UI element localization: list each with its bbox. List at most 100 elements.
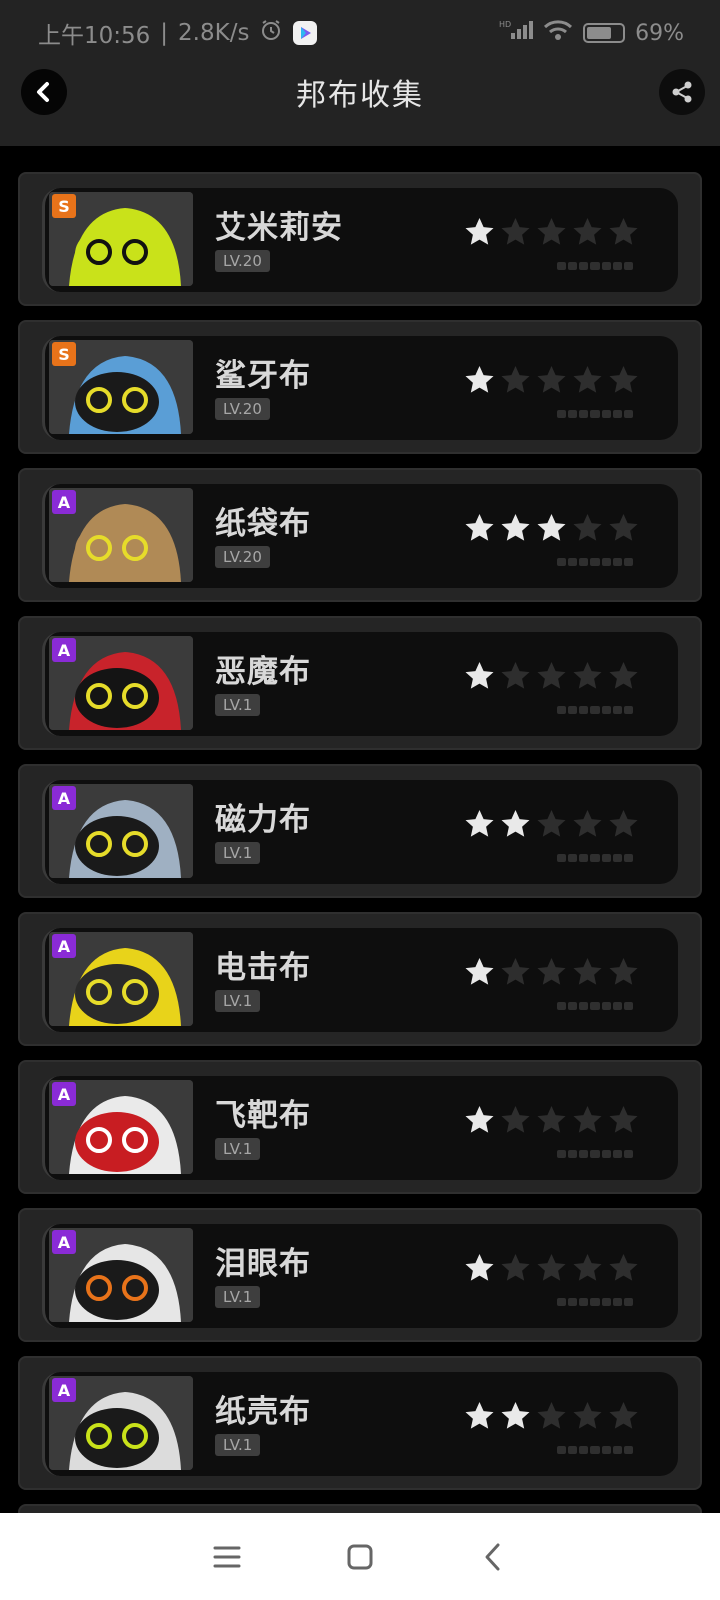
rank-badge: A <box>52 1378 76 1402</box>
back-button[interactable] <box>21 69 67 115</box>
rank-badge: A <box>52 934 76 958</box>
star-empty-icon <box>571 956 604 993</box>
bangboo-card[interactable]: A 纸壳布 LV.1 <box>18 1356 702 1490</box>
bangboo-card-inner: A 纸壳布 LV.1 <box>42 1372 678 1476</box>
bangboo-card[interactable]: A 磁力布 LV.1 <box>18 764 702 898</box>
star-empty-icon <box>607 512 640 549</box>
bangboo-avatar: A <box>49 1228 193 1322</box>
bangboo-card-inner: A 泪眼布 LV.1 <box>42 1224 678 1328</box>
star-empty-icon <box>535 1252 568 1289</box>
star-caption-decoration <box>557 1298 633 1306</box>
bangboo-card-partial[interactable] <box>18 1504 702 1513</box>
system-back-button[interactable] <box>473 1537 513 1577</box>
star-empty-icon <box>571 660 604 697</box>
system-nav-bar <box>0 1513 720 1600</box>
bangboo-card-inner: A 电击布 LV.1 <box>42 928 678 1032</box>
bangboo-card[interactable]: S 艾米莉安 LV.20 <box>18 172 702 306</box>
level-badge: LV.1 <box>215 842 261 864</box>
status-bar: 上午10:56 | 2.8K/s HD 69% <box>0 0 720 66</box>
star-filled-icon <box>463 1252 496 1289</box>
bangboo-avatar: A <box>49 932 193 1026</box>
star-empty-icon <box>535 1400 568 1437</box>
rank-badge: A <box>52 1082 76 1106</box>
share-icon <box>672 81 692 103</box>
star-filled-icon <box>535 512 568 549</box>
star-empty-icon <box>571 512 604 549</box>
star-filled-icon <box>463 660 496 697</box>
star-empty-icon <box>607 1104 640 1141</box>
bangboo-avatar: A <box>49 784 193 878</box>
recent-apps-button[interactable] <box>207 1537 247 1577</box>
app-bar: 邦布收集 <box>0 66 720 146</box>
bangboo-avatar: S <box>49 192 193 286</box>
bangboo-card[interactable]: S 鲨牙布 LV.20 <box>18 320 702 454</box>
star-filled-icon <box>463 216 496 253</box>
bangboo-card[interactable]: A 电击布 LV.1 <box>18 912 702 1046</box>
star-filled-icon <box>463 956 496 993</box>
svg-text:HD: HD <box>499 20 511 29</box>
star-empty-icon <box>499 660 532 697</box>
bangboo-name: 恶魔布 <box>215 654 311 690</box>
star-empty-icon <box>571 1252 604 1289</box>
level-badge: LV.20 <box>215 546 270 568</box>
rank-badge: A <box>52 1230 76 1254</box>
star-caption-decoration <box>557 1446 633 1454</box>
star-empty-icon <box>535 660 568 697</box>
bangboo-avatar: A <box>49 1080 193 1174</box>
level-badge: LV.1 <box>215 1138 261 1160</box>
star-caption-decoration <box>557 410 633 418</box>
home-button[interactable] <box>340 1537 380 1577</box>
star-rating <box>463 216 640 253</box>
bangboo-list[interactable]: S 艾米莉安 LV.20 S 鲨牙布 LV.20 A 纸袋布 LV.20 A 恶魔布 LV.1 A 磁力布… <box>0 146 720 1513</box>
bangboo-card[interactable]: A 纸袋布 LV.20 <box>18 468 702 602</box>
star-caption-decoration <box>557 706 633 714</box>
level-badge: LV.1 <box>215 1286 261 1308</box>
battery-percent: 69% <box>635 20 684 46</box>
back-arrow-icon <box>37 82 49 102</box>
star-empty-icon <box>499 216 532 253</box>
star-rating <box>463 660 640 697</box>
star-filled-icon <box>463 808 496 845</box>
star-caption-decoration <box>557 558 633 566</box>
bangboo-name: 电击布 <box>215 950 311 986</box>
bangboo-card[interactable]: A 泪眼布 LV.1 <box>18 1208 702 1342</box>
bangboo-card-inner: A 飞靶布 LV.1 <box>42 1076 678 1180</box>
star-empty-icon <box>571 216 604 253</box>
bangboo-card[interactable]: A 恶魔布 LV.1 <box>18 616 702 750</box>
bangboo-card[interactable]: A 飞靶布 LV.1 <box>18 1060 702 1194</box>
status-left: 上午10:56 | 2.8K/s <box>38 16 318 50</box>
bangboo-name: 纸壳布 <box>215 1394 311 1430</box>
bangboo-avatar: S <box>49 340 193 434</box>
star-filled-icon <box>499 808 532 845</box>
alarm-icon <box>259 18 283 48</box>
star-empty-icon <box>535 956 568 993</box>
star-empty-icon <box>535 216 568 253</box>
app-notification-icon <box>293 21 318 45</box>
bangboo-avatar: A <box>49 636 193 730</box>
star-filled-icon <box>463 364 496 401</box>
star-empty-icon <box>499 956 532 993</box>
rank-badge: S <box>52 194 76 218</box>
star-empty-icon <box>499 1104 532 1141</box>
bangboo-name: 鲨牙布 <box>215 358 311 394</box>
star-rating <box>463 1400 640 1437</box>
bangboo-name: 艾米莉安 <box>215 210 343 246</box>
star-caption-decoration <box>557 1002 633 1010</box>
star-rating <box>463 364 640 401</box>
star-rating <box>463 1252 640 1289</box>
status-speed: 2.8K/s <box>178 20 250 46</box>
share-button[interactable] <box>659 69 705 115</box>
star-caption-decoration <box>557 1150 633 1158</box>
star-empty-icon <box>607 364 640 401</box>
bangboo-card-inner: S 鲨牙布 LV.20 <box>42 336 678 440</box>
star-empty-icon <box>571 364 604 401</box>
star-rating <box>463 512 640 549</box>
star-empty-icon <box>535 364 568 401</box>
star-filled-icon <box>463 1104 496 1141</box>
bangboo-avatar: A <box>49 488 193 582</box>
star-empty-icon <box>607 808 640 845</box>
page-title: 邦布收集 <box>296 78 424 113</box>
rank-badge: A <box>52 490 76 514</box>
star-rating <box>463 956 640 993</box>
status-divider: | <box>160 20 169 46</box>
